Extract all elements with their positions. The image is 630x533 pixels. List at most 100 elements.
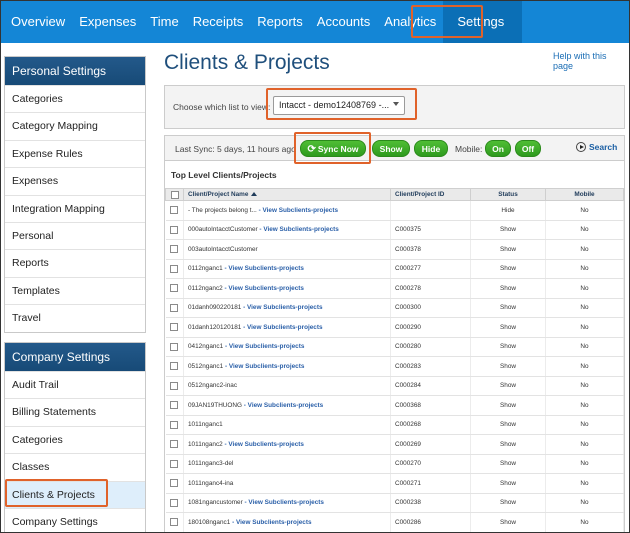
sidebar-item-categories[interactable]: Categories [5,85,145,112]
sidebar-item-travel[interactable]: Travel [5,304,145,331]
nav-time[interactable]: Time [143,1,185,43]
row-checkbox[interactable] [170,401,179,410]
nav-reports[interactable]: Reports [250,1,310,43]
table-row[interactable]: 01danh090220181 - View Subclients-projec… [165,298,624,318]
col-header-id[interactable]: Client/Project ID [390,188,471,201]
sidebar-item-billing-statements[interactable]: Billing Statements [5,398,145,425]
sidebar-item-company-settings[interactable]: Company Settings [5,507,145,532]
view-subclients-link[interactable]: - View Subclients-projects [225,265,304,272]
sidebar-item-audit-trail[interactable]: Audit Trail [5,371,145,398]
view-subclients-link[interactable]: - View Subclients-projects [259,226,338,233]
sidebar-item-expenses[interactable]: Expenses [5,167,145,194]
table-row[interactable]: 0512nganc2-inac C000284 Show No [165,376,624,396]
row-checkbox[interactable] [170,459,179,468]
nav-analytics[interactable]: Analytics [377,1,443,43]
hide-button[interactable]: Hide [414,140,448,157]
table-row[interactable]: 0112nganc1 - View Subclients-projects C00… [165,259,624,279]
mobile-cell: No [545,473,624,494]
mobile-on-button[interactable]: On [485,140,511,157]
col-header-name[interactable]: Client/Project Name [183,188,391,201]
sidebar-item-category-mapping[interactable]: Category Mapping [5,112,145,139]
nav-overview[interactable]: Overview [4,1,72,43]
sidebar-item-classes[interactable]: Classes [5,453,145,480]
client-name-cell: 1011nganc3-del [183,454,391,474]
row-checkbox[interactable] [170,225,179,234]
table-row[interactable]: 0512nganc1 - View Subclients-projects C00… [165,356,624,377]
row-checkbox[interactable] [170,498,179,507]
table-row[interactable]: 0112nganc2 - View Subclients-projects C00… [165,278,624,299]
view-subclients-link[interactable]: - View Subclients-projects [225,363,304,370]
sidebar-item-company-categories[interactable]: Categories [5,425,145,453]
client-name: 0112nganc2 [188,284,223,292]
sidebar-item-personal[interactable]: Personal [5,221,145,249]
view-subclients-link[interactable]: - View Subclients-projects [243,304,322,311]
row-checkbox[interactable] [170,440,179,449]
sidebar-item-expense-rules[interactable]: Expense Rules [5,139,145,167]
table-row[interactable]: 1011nganc1 C000268 Show No [165,415,624,435]
client-name: 01danh090220181 [188,304,242,312]
nav-receipts[interactable]: Receipts [186,1,251,43]
table-row[interactable]: 003autoIntacctCustomer C000378 Show No [165,239,624,260]
client-name-cell: 0112nganc2 - View Subclients-projects [183,278,391,299]
view-subclients-link[interactable]: - View Subclients-projects [225,343,304,350]
row-checkbox[interactable] [170,342,179,351]
view-subclients-link[interactable]: - View Subclients-projects [259,207,338,214]
client-name-cell: 09JAN19THUONG - View Subclients-projects [183,395,391,416]
nav-accounts[interactable]: Accounts [310,1,377,43]
sidebar-item-templates[interactable]: Templates [5,276,145,304]
table-row[interactable]: 1011nganc3-del C000270 Show No [165,454,624,474]
sync-now-button[interactable]: ⟳ Sync Now [300,140,366,157]
sidebar-item-reports[interactable]: Reports [5,249,145,276]
table-row[interactable]: - The projects belong t... - View Subcli… [165,200,624,221]
table-row[interactable]: 1011nganc2 - View Subclients-projects C00… [165,434,624,455]
client-id-cell: C000269 [390,434,471,455]
view-subclients-link[interactable]: - View Subclients-projects [243,324,322,331]
col-header-status[interactable]: Status [470,188,546,201]
status-cell: Hide [470,200,546,221]
table-row[interactable]: 0412nganc1 - View Subclients-projects C00… [165,337,624,357]
view-subclients-link[interactable]: - View Subclients-projects [244,402,323,409]
list-select[interactable]: Intacct - demo12408769 -... [273,96,405,115]
row-checkbox[interactable] [170,381,179,390]
nav-expenses[interactable]: Expenses [72,1,143,43]
table-row[interactable]: 180108nganc1 - View Subclients-projects C… [165,512,624,532]
sidebar-item-integration-mapping[interactable]: Integration Mapping [5,194,145,222]
row-checkbox[interactable] [170,264,179,273]
nav-settings[interactable]: Settings [443,1,523,43]
row-checkbox[interactable] [170,323,179,332]
row-checkbox[interactable] [170,420,179,429]
client-name-cell: 1011nganc4-ina [183,473,391,494]
sidebar-item-clients-projects[interactable]: Clients & Projects [5,480,145,508]
col-header-name-label: Client/Project Name [188,191,249,198]
mobile-cell: No [545,376,624,396]
view-subclients-link[interactable]: - View Subclients-projects [232,519,311,526]
row-checkbox[interactable] [170,284,179,293]
help-link[interactable]: Help with this page [553,51,629,71]
mobile-cell: No [545,278,624,299]
table-row[interactable]: 09JAN19THUONG - View Subclients-projects… [165,395,624,416]
row-checkbox[interactable] [170,303,179,312]
refresh-icon: ⟳ [307,144,316,155]
status-cell: Show [470,493,546,513]
table-row[interactable]: 1081ngancustomer - View Subclients-proje… [165,493,624,513]
select-all-checkbox[interactable] [170,190,179,199]
view-subclients-link[interactable]: - View Subclients-projects [245,499,324,506]
table-row[interactable]: 1011nganc4-ina C000271 Show No [165,473,624,494]
col-header-mobile[interactable]: Mobile [545,188,624,201]
row-checkbox-cell [165,239,184,260]
row-checkbox[interactable] [170,518,179,527]
client-id-cell: C000368 [390,395,471,416]
mobile-off-button[interactable]: Off [515,140,541,157]
show-button[interactable]: Show [372,140,410,157]
table-row[interactable]: 000autoIntacctCustomer - View Subclients… [165,220,624,240]
row-checkbox[interactable] [170,362,179,371]
view-subclients-link[interactable]: - View Subclients-projects [225,441,304,448]
search-link[interactable]: Search [576,142,617,152]
table-row[interactable]: 01danh120120181 - View Subclients-projec… [165,317,624,338]
row-checkbox[interactable] [170,206,179,215]
last-sync-text: Last Sync: 5 days, 11 hours ago [175,144,296,154]
client-name-cell: 180108nganc1 - View Subclients-projects [183,512,391,532]
row-checkbox[interactable] [170,245,179,254]
view-subclients-link[interactable]: - View Subclients-projects [225,285,304,292]
row-checkbox[interactable] [170,479,179,488]
